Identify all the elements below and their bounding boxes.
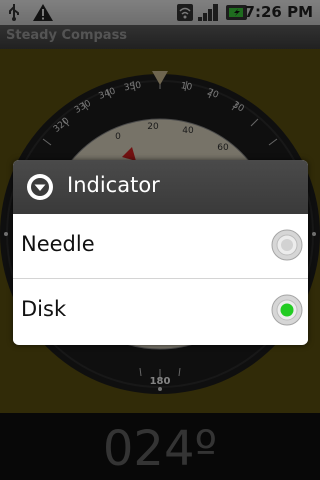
option-label: Needle — [21, 232, 95, 256]
dropdown-circle-icon — [27, 174, 53, 200]
radio-unselected-icon[interactable] — [271, 229, 303, 261]
indicator-dialog: Indicator Needle Disk — [13, 160, 308, 345]
radio-selected-icon[interactable] — [271, 294, 303, 326]
option-disk[interactable]: Disk — [13, 279, 308, 343]
dialog-header: Indicator — [13, 160, 308, 215]
dialog-title: Indicator — [67, 173, 160, 197]
option-label: Disk — [21, 297, 67, 321]
option-needle[interactable]: Needle — [13, 214, 308, 278]
